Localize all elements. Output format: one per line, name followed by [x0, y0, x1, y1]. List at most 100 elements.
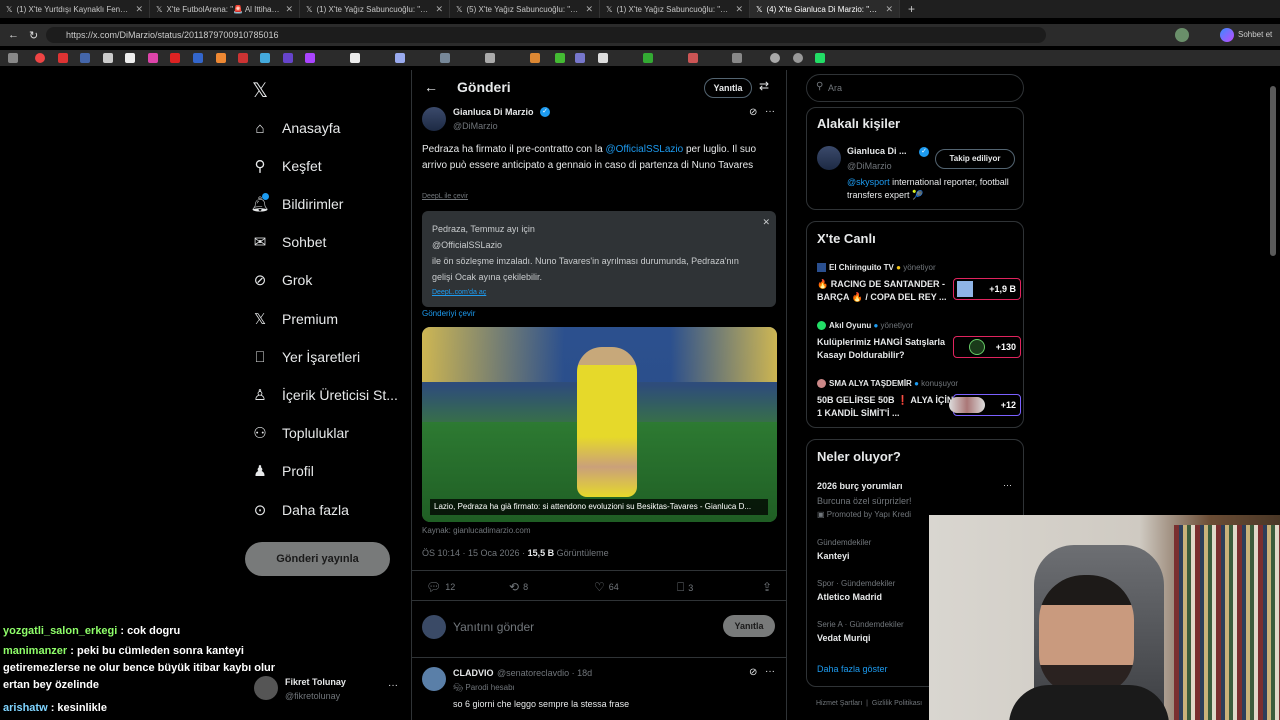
translate-link[interactable]: Gönderiyi çevir	[422, 309, 475, 318]
tab[interactable]: 𝕏 (1) X'te Yağız Sabuncuoğlu: "@ne ✕	[600, 0, 750, 18]
reply-author-name[interactable]: CLADVIO	[453, 668, 494, 678]
nav-item-profile[interactable]: ♟ Profil	[250, 457, 314, 485]
bookmark-icon[interactable]	[395, 53, 405, 63]
more-icon[interactable]: ···	[1003, 480, 1012, 490]
url-field[interactable]: https://x.com/DiMarzio/status/2011879700…	[46, 27, 1046, 43]
source-label[interactable]: Kaynak: gianlucadimarzio.com	[422, 526, 531, 535]
bookmark-icon[interactable]	[216, 53, 226, 63]
nav-item-creator-studio[interactable]: ♙ İçerik Üreticisi St...	[250, 381, 398, 409]
deepl-label[interactable]: DeepL ile çevir	[422, 193, 468, 200]
bookmark-icon[interactable]	[80, 53, 90, 63]
tab[interactable]: 𝕏 (1) X'te Yağız Sabuncuoğlu: "🚨 G ✕	[300, 0, 450, 18]
trend-item[interactable]: Kanteyi	[817, 551, 850, 561]
like-action[interactable]: ♡ 64	[594, 580, 619, 594]
close-icon[interactable]: ✕	[435, 4, 443, 15]
nav-item-communities[interactable]: ⚇ Topluluklar	[250, 419, 349, 447]
post-button[interactable]: Gönderi yayınla	[245, 542, 390, 576]
copilot-label[interactable]: Sohbet et	[1238, 30, 1272, 39]
tab[interactable]: 𝕏(1) X'te Yurtdışı Kaynaklı Fenerbahçe✕	[0, 0, 150, 18]
x-logo[interactable]: 𝕏	[252, 78, 268, 103]
bookmark-icon[interactable]	[58, 53, 68, 63]
tab[interactable]: 𝕏 (5) X'te Yağız Sabuncuoğlu: "🚨 G ✕	[450, 0, 600, 18]
search-input[interactable]: Ara	[828, 83, 842, 93]
close-icon[interactable]: ✕	[735, 4, 743, 15]
nav-item-explore[interactable]: ⚲ Keşfet	[250, 152, 322, 180]
bookmark-icon[interactable]	[485, 53, 495, 63]
mention-link[interactable]: @OfficialSSLazio	[605, 144, 683, 155]
bookmark-icon[interactable]	[170, 53, 180, 63]
grok-icon[interactable]: ⊘	[749, 107, 757, 118]
grok-icon[interactable]: ⊘	[749, 667, 757, 678]
more-icon[interactable]: ···	[765, 106, 775, 117]
post-image[interactable]: Lazio, Pedraza ha già firmato: si attend…	[422, 327, 777, 522]
author-name[interactable]: Gianluca Di Marzio	[453, 107, 534, 117]
reply-submit-button[interactable]: Yanıtla	[723, 615, 775, 637]
repost-action[interactable]: ⟲ 8	[509, 580, 528, 594]
bookmark-icon[interactable]	[238, 53, 248, 63]
bookmark-icon[interactable]	[283, 53, 293, 63]
more-icon[interactable]: ···	[388, 680, 398, 691]
bookmark-icon[interactable]	[530, 53, 540, 63]
show-more-link[interactable]: Daha fazla göster	[817, 664, 888, 674]
settings-icon[interactable]: ⇄	[759, 79, 769, 93]
live-title[interactable]: 50B GELİRSE 50B ❗ ALYA İÇİN 1 KANDİL SİM…	[817, 394, 955, 420]
promo-title[interactable]: 2026 burç yorumları	[817, 481, 903, 491]
new-tab-icon[interactable]: +	[908, 2, 915, 16]
live-badge[interactable]: +130	[953, 336, 1021, 358]
related-name[interactable]: Gianluca Di ...	[847, 146, 907, 156]
bookmark-icon[interactable]	[148, 53, 158, 63]
bookmark-icon[interactable]	[770, 53, 780, 63]
bookmark-icon[interactable]	[305, 53, 315, 63]
bookmark-icon[interactable]	[555, 53, 565, 63]
avatar[interactable]	[817, 146, 841, 170]
bookmark-icon[interactable]	[193, 53, 203, 63]
avatar[interactable]	[422, 107, 446, 131]
nav-item-bookmarks[interactable]: ⎕ Yer İşaretleri	[250, 343, 360, 371]
bookmark-icon[interactable]	[260, 53, 270, 63]
copilot-icon[interactable]	[1220, 28, 1234, 42]
profile-avatar[interactable]	[1175, 28, 1189, 42]
nav-item-grok[interactable]: ⊘ Grok	[250, 266, 313, 294]
live-title[interactable]: 🔥 RACING DE SANTANDER - BARÇA 🔥 / COPA D…	[817, 278, 955, 304]
scrollbar[interactable]	[1270, 86, 1276, 256]
deepl-link[interactable]: DeepL.com'da aç	[432, 285, 766, 301]
reply-input[interactable]: Yanıtını gönder	[453, 620, 713, 634]
reply-author-handle[interactable]: @senatoreclavdio · 18d	[497, 668, 592, 678]
avatar[interactable]	[422, 667, 446, 691]
live-host[interactable]: SMA ALYA TAŞDEMİR ● konuşuyor	[829, 379, 958, 388]
back-icon[interactable]: ←	[8, 29, 19, 41]
tab[interactable]: 𝕏 X'te FutbolArena: "🚨 Al Ittihad, N ✕	[150, 0, 300, 18]
reply-action[interactable]: 💬︎ 12	[426, 580, 455, 594]
author-handle[interactable]: @DiMarzio	[453, 121, 498, 131]
close-icon[interactable]: ✕	[585, 4, 593, 15]
bookmark-icon[interactable]	[35, 53, 45, 63]
live-title[interactable]: Kulüplerimiz HANGİ Satışlarla Kasayı Dol…	[817, 336, 955, 362]
follow-button[interactable]: Takip ediliyor	[935, 149, 1015, 169]
bookmark-icon[interactable]	[793, 53, 803, 63]
bookmark-icon[interactable]	[643, 53, 653, 63]
live-host[interactable]: Akıl Oyunu ● yönetiyor	[829, 321, 913, 330]
back-icon[interactable]: ←	[424, 79, 438, 95]
trend-item[interactable]: Vedat Muriqi	[817, 633, 871, 643]
nav-item-home[interactable]: ⌂ Anasayfa	[250, 114, 340, 142]
bookmark-icon[interactable]	[688, 53, 698, 63]
live-host[interactable]: El Chiringuito TV ● yönetiyor	[829, 263, 936, 272]
related-handle[interactable]: @DiMarzio	[847, 161, 892, 171]
bookmark-icon[interactable]	[125, 53, 135, 63]
refresh-icon[interactable]: ↻	[29, 29, 38, 42]
bookmark-icon[interactable]	[732, 53, 742, 63]
tab-active[interactable]: 𝕏 (4) X'te Gianluca Di Marzio: "Pedra ✕	[750, 0, 900, 18]
bookmark-icon[interactable]	[103, 53, 113, 63]
bookmark-action[interactable]: ⎕ 3	[677, 580, 693, 595]
close-icon[interactable]: ✕	[762, 214, 770, 230]
reply-button[interactable]: Yanıtla	[704, 78, 752, 98]
bookmark-icon[interactable]	[815, 53, 825, 63]
share-action[interactable]: ⇪	[762, 580, 776, 594]
bookmark-icon[interactable]	[440, 53, 450, 63]
close-icon[interactable]: ✕	[285, 4, 293, 15]
search-box[interactable]: ⚲ Ara	[806, 74, 1024, 102]
more-icon[interactable]: ···	[765, 666, 775, 677]
nav-item-premium[interactable]: 𝕏 Premium	[250, 305, 338, 333]
trend-item[interactable]: Atletico Madrid	[817, 592, 882, 602]
bookmark-icon[interactable]	[598, 53, 608, 63]
